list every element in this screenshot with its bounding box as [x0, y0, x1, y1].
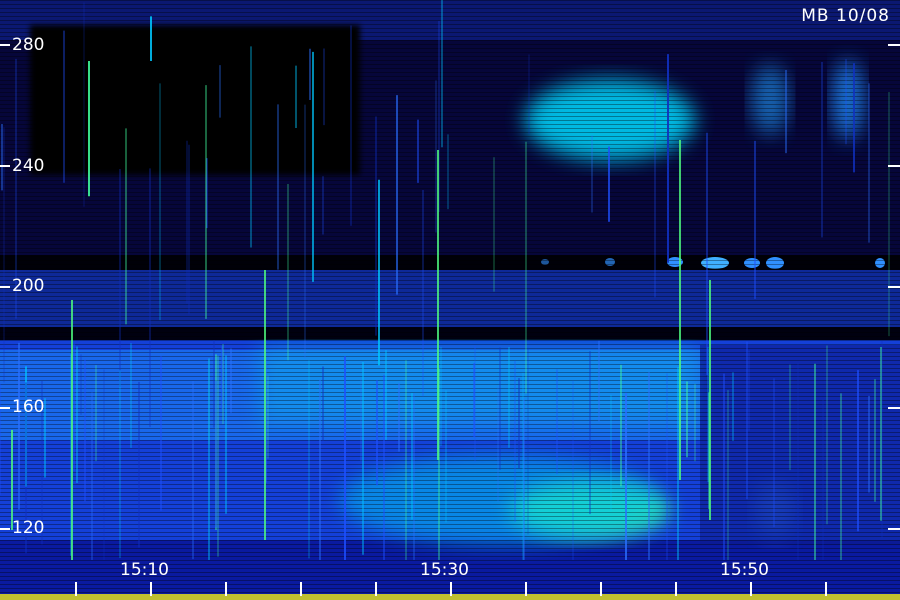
y-tick-right [888, 286, 900, 288]
x-tick [450, 582, 452, 596]
y-tick-label: 240 [12, 156, 45, 176]
x-tick [525, 582, 527, 596]
y-tick-left [0, 407, 10, 409]
y-tick-label: 200 [12, 276, 45, 296]
y-tick-right [888, 528, 900, 530]
x-tick [300, 582, 302, 596]
x-tick [75, 582, 77, 596]
date-label: MB 10/08 [801, 6, 890, 26]
x-tick [225, 582, 227, 596]
y-tick-label: 120 [12, 518, 45, 538]
y-tick-left [0, 528, 10, 530]
x-tick-label: 15:10 [120, 560, 169, 580]
x-tick [150, 582, 152, 596]
y-tick-right [888, 44, 900, 46]
x-tick [825, 582, 827, 596]
x-tick [750, 582, 752, 596]
x-tick-label: 15:50 [720, 560, 769, 580]
scan-lines [0, 0, 900, 600]
x-tick [375, 582, 377, 596]
y-tick-left [0, 286, 10, 288]
y-tick-label: 280 [12, 35, 45, 55]
y-tick-label: 160 [12, 397, 45, 417]
x-tick-label: 15:30 [420, 560, 469, 580]
spectrogram-image [0, 0, 900, 600]
y-tick-right [888, 165, 900, 167]
spectrogram-display: MB 10/08 280 240 200 160 120 15:10 15:30… [0, 0, 900, 600]
x-tick [675, 582, 677, 596]
x-tick [600, 582, 602, 596]
y-tick-right [888, 407, 900, 409]
y-tick-left [0, 44, 10, 46]
y-tick-left [0, 165, 10, 167]
